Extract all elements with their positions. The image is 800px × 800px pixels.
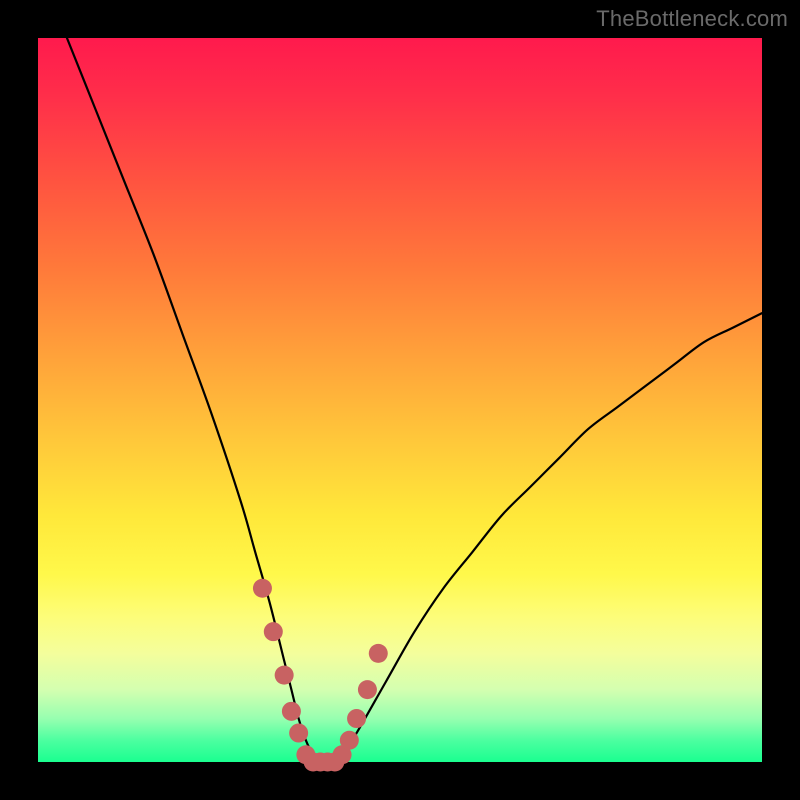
highlight-dot	[282, 702, 301, 721]
highlight-dot	[347, 709, 366, 728]
bottleneck-curve	[67, 38, 762, 763]
highlight-dot	[253, 579, 272, 598]
curve-svg	[38, 38, 762, 762]
highlight-dot	[289, 724, 308, 743]
chart-frame: TheBottleneck.com	[0, 0, 800, 800]
highlight-dot	[275, 666, 294, 685]
highlight-dots	[253, 579, 388, 772]
highlight-dot	[369, 644, 388, 663]
highlight-dot	[358, 680, 377, 699]
watermark-text: TheBottleneck.com	[596, 6, 788, 32]
plot-area	[38, 38, 762, 762]
highlight-dot	[264, 622, 283, 641]
highlight-dot	[340, 731, 359, 750]
